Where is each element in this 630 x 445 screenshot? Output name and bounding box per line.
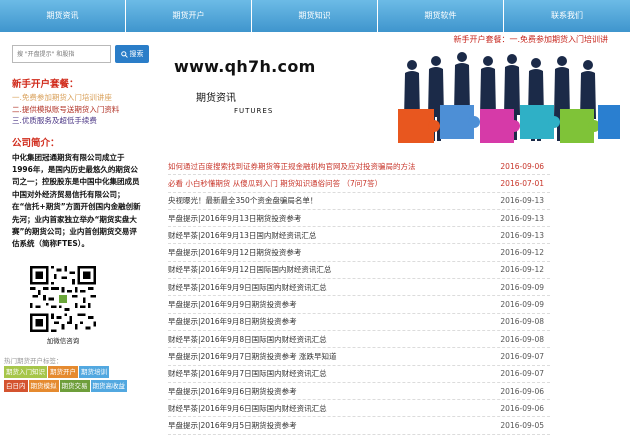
news-title-link[interactable]: 央视曝光！最新最全350个资金盘骗局名单！: [168, 195, 317, 206]
news-title-link[interactable]: 如何通过百度搜索找到证券期货等正规金融机构官网及应对投资骗局的方法: [168, 161, 416, 172]
offers-title: 新手开户套餐：: [12, 79, 79, 90]
offer-item[interactable]: 二.提供模拟账号送期货入门资料: [12, 104, 152, 116]
news-row[interactable]: 必看 小白秒懂期货 从傻瓜到入门 期货知识通俗问答 （7问7答） 2016-07-…: [168, 175, 550, 193]
news-date: 2016-09-06: [500, 386, 544, 396]
wechat-qr-code: [30, 266, 96, 332]
news-date: 2016-09-07: [500, 351, 544, 361]
news-date: 2016-09-12: [500, 248, 544, 258]
promo-marquee[interactable]: 新手开户套餐：一.免费参加期货入门培训讲: [453, 34, 608, 45]
hot-tag[interactable]: 期货入门知识: [4, 366, 47, 378]
banner-title: 期货资讯: [196, 93, 236, 104]
news-row[interactable]: 财经早茶|2016年9月13日国内财经资讯汇总 2016-09-13: [168, 227, 550, 245]
news-title-link[interactable]: 财经早茶|2016年9月12日国际国内财经资讯汇总: [168, 264, 331, 275]
news-date: 2016-09-13: [500, 230, 544, 240]
nav-item-knowledge[interactable]: 期货知识: [252, 0, 378, 32]
qr-block: 加微信咨询: [30, 266, 96, 345]
news-title-link[interactable]: 早盘提示|2016年9月8日期货投资参考: [168, 316, 297, 327]
news-date: 2016-09-12: [500, 265, 544, 275]
news-date: 2016-09-08: [500, 334, 544, 344]
intro-text: 中化集团冠通期货有限公司成立于1996年，是国内历史最悠久的期货公司之一；控股股…: [12, 152, 141, 249]
hot-tags: 期货入门知识 期货开户 期货培训 白日内 期货模拟 期货交易 期货高收益: [4, 366, 132, 392]
news-row[interactable]: 早盘提示|2016年9月6日期货投资参考 2016-09-06: [168, 383, 550, 401]
news-title-link[interactable]: 早盘提示|2016年9月5日期货投资参考: [168, 420, 297, 431]
search-bar: 搜索: [12, 44, 152, 64]
news-date: 2016-09-13: [500, 213, 544, 223]
news-title-link[interactable]: 必看 小白秒懂期货 从傻瓜到入门 期货知识通俗问答 （7问7答）: [168, 178, 382, 189]
news-title-link[interactable]: 财经早茶|2016年9月7日国际国内财经资讯汇总: [168, 368, 327, 379]
news-date: 2016-09-06: [500, 161, 544, 171]
news-title-link[interactable]: 早盘提示|2016年9月12日期货投资参考: [168, 247, 301, 258]
news-row[interactable]: 财经早茶|2016年9月12日国际国内财经资讯汇总 2016-09-12: [168, 262, 550, 280]
nav-item-software[interactable]: 期货软件: [378, 0, 504, 32]
qr-caption: 加微信咨询: [46, 337, 80, 345]
search-icon: [120, 50, 128, 58]
news-title-link[interactable]: 财经早茶|2016年9月8日国际国内财经资讯汇总: [168, 334, 327, 345]
news-row[interactable]: 央视曝光！最新最全350个资金盘骗局名单！ 2016-09-13: [168, 193, 550, 210]
news-title-link[interactable]: 早盘提示|2016年9月6日期货投资参考: [168, 386, 297, 397]
search-input[interactable]: [12, 45, 111, 63]
news-row[interactable]: 早盘提示|2016年9月13日期货投资参考 2016-09-13: [168, 210, 550, 228]
hot-tag[interactable]: 白日内: [4, 380, 28, 392]
news-row[interactable]: 早盘提示|2016年9月5日期货投资参考 2016-09-05: [168, 417, 550, 435]
search-button[interactable]: 搜索: [115, 45, 149, 63]
news-title-link[interactable]: 早盘提示|2016年9月7日期货投资参考 涨跌早知道: [168, 351, 337, 362]
news-date: 2016-09-06: [500, 403, 544, 413]
news-date: 2016-09-08: [500, 317, 544, 327]
news-row[interactable]: 早盘提示|2016年9月12日期货投资参考 2016-09-12: [168, 244, 550, 262]
offers-list: 一.免费参加期货入门培训讲座 二.提供模拟账号送期货入门资料 三.优质服务及超低…: [12, 92, 152, 127]
top-nav: 期货资讯 期货开户 期货知识 期货软件 联系我们: [0, 0, 630, 32]
news-title-link[interactable]: 财经早茶|2016年9月9日国际国内财经资讯汇总: [168, 282, 327, 293]
news-row[interactable]: 财经早茶|2016年9月6日国际国内财经资讯汇总 2016-09-06: [168, 400, 550, 418]
search-button-label: 搜索: [129, 51, 144, 58]
offer-item[interactable]: 三.优质服务及超低手续费: [12, 115, 152, 127]
news-date: 2016-09-13: [500, 196, 544, 206]
banner: www.qh7h.com 期货资讯 FUTURES: [168, 51, 620, 151]
banner-subtitle: FUTURES: [234, 107, 274, 115]
hot-tag[interactable]: 期货模拟: [28, 380, 59, 392]
news-row[interactable]: 如何通过百度搜索找到证券期货等正规金融机构官网及应对投资骗局的方法 2016-09…: [168, 158, 550, 176]
hot-tag[interactable]: 期货交易: [59, 380, 90, 392]
news-date: 2016-09-07: [500, 369, 544, 379]
hot-tag[interactable]: 期货高收益: [90, 380, 127, 392]
hot-tag[interactable]: 期货开户: [48, 366, 78, 378]
news-row[interactable]: 财经早茶|2016年9月8日国际国内财经资讯汇总 2016-09-08: [168, 331, 550, 349]
news-row[interactable]: 财经早茶|2016年9月9日国际国内财经资讯汇总 2016-09-09: [168, 279, 550, 297]
news-date: 2016-09-09: [500, 282, 544, 292]
offer-item[interactable]: 一.免费参加期货入门培训讲座: [12, 92, 152, 104]
hot-tag[interactable]: 期货培训: [79, 366, 109, 378]
news-row[interactable]: 早盘提示|2016年9月8日期货投资参考 2016-09-08: [168, 314, 550, 331]
nav-item-contact[interactable]: 联系我们: [504, 0, 630, 32]
banner-url: www.qh7h.com: [174, 57, 316, 76]
news-row[interactable]: 早盘提示|2016年9月9日期货投资参考 2016-09-09: [168, 296, 550, 314]
news-date: 2016-09-09: [500, 300, 544, 310]
news-title-link[interactable]: 早盘提示|2016年9月13日期货投资参考: [168, 213, 301, 224]
news-row[interactable]: 财经早茶|2016年9月7日国际国内财经资讯汇总 2016-09-07: [168, 366, 550, 383]
nav-item-open-account[interactable]: 期货开户: [126, 0, 252, 32]
news-row[interactable]: 早盘提示|2016年9月7日期货投资参考 涨跌早知道 2016-09-07: [168, 348, 550, 366]
news-title-link[interactable]: 早盘提示|2016年9月9日期货投资参考: [168, 299, 297, 310]
news-list: 如何通过百度搜索找到证券期货等正规金融机构官网及应对投资骗局的方法 2016-09…: [168, 158, 550, 435]
nav-item-news[interactable]: 期货资讯: [0, 0, 126, 32]
banner-illustration: [398, 52, 620, 143]
news-title-link[interactable]: 财经早茶|2016年9月6日国际国内财经资讯汇总: [168, 403, 327, 414]
news-date: 2016-07-01: [500, 178, 544, 188]
hot-tags-title: 热门期货开户标签：: [4, 357, 63, 365]
news-date: 2016-09-05: [500, 421, 544, 431]
intro-title: 公司简介：: [12, 137, 60, 149]
news-title-link[interactable]: 财经早茶|2016年9月13日国内财经资讯汇总: [168, 230, 316, 241]
